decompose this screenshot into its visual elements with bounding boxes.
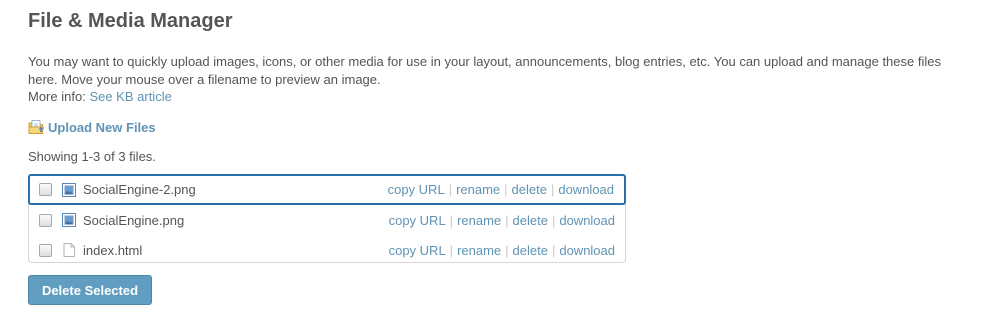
download-link[interactable]: download bbox=[559, 243, 615, 258]
copy-url-link[interactable]: copy URL bbox=[389, 213, 446, 228]
rename-link[interactable]: rename bbox=[457, 243, 501, 258]
rename-link[interactable]: rename bbox=[456, 182, 500, 197]
separator: | bbox=[505, 212, 509, 228]
page-description: You may want to quickly upload images, i… bbox=[28, 53, 968, 106]
kb-article-link[interactable]: See KB article bbox=[89, 89, 171, 104]
download-link[interactable]: download bbox=[558, 182, 614, 197]
copy-url-link[interactable]: copy URL bbox=[389, 243, 446, 258]
file-select-checkbox[interactable] bbox=[39, 183, 52, 196]
file-name[interactable]: index.html bbox=[83, 243, 389, 258]
file-actions: copy URL | rename | delete | download bbox=[388, 182, 614, 197]
download-link[interactable]: download bbox=[559, 213, 615, 228]
separator: | bbox=[504, 182, 508, 197]
file-select-checkbox[interactable] bbox=[39, 213, 52, 227]
delete-selected-button[interactable]: Delete Selected bbox=[28, 275, 152, 305]
rename-link[interactable]: rename bbox=[457, 213, 501, 228]
file-actions: copy URL | rename | delete | download bbox=[389, 213, 615, 228]
delete-link[interactable]: delete bbox=[512, 182, 547, 197]
file-row[interactable]: SocialEngine-2.png copy URL | rename | d… bbox=[28, 174, 626, 205]
image-file-icon bbox=[62, 213, 76, 227]
separator: | bbox=[449, 212, 454, 228]
document-file-icon bbox=[62, 243, 76, 257]
file-select-checkbox[interactable] bbox=[39, 243, 52, 257]
separator: | bbox=[449, 242, 454, 258]
page-title: File & Media Manager bbox=[28, 10, 233, 32]
upload-new-files-label: Upload New Files bbox=[48, 119, 156, 135]
image-file-icon bbox=[62, 182, 76, 197]
file-name[interactable]: SocialEngine.png bbox=[83, 213, 389, 228]
file-name[interactable]: SocialEngine-2.png bbox=[83, 182, 388, 197]
upload-folder-icon bbox=[28, 119, 45, 135]
separator: | bbox=[551, 242, 556, 258]
description-line-2: here. Move your mouse over a filename to… bbox=[28, 71, 381, 87]
delete-link[interactable]: delete bbox=[513, 243, 548, 258]
file-row[interactable]: SocialEngine.png copy URL | rename | del… bbox=[29, 205, 625, 235]
file-row[interactable]: index.html copy URL | rename | delete | … bbox=[29, 235, 625, 265]
files-count-text: Showing 1-3 of 3 files. bbox=[28, 149, 156, 164]
separator: | bbox=[505, 242, 509, 258]
more-info-label: More info: bbox=[28, 89, 86, 104]
separator: | bbox=[448, 182, 453, 197]
copy-url-link[interactable]: copy URL bbox=[388, 182, 445, 197]
file-list: SocialEngine-2.png copy URL | rename | d… bbox=[28, 174, 626, 263]
delete-link[interactable]: delete bbox=[513, 213, 548, 228]
separator: | bbox=[550, 182, 555, 197]
file-actions: copy URL | rename | delete | download bbox=[389, 243, 615, 258]
description-line-1: You may want to quickly upload images, i… bbox=[28, 54, 941, 69]
upload-new-files-link[interactable]: Upload New Files bbox=[28, 118, 156, 136]
separator: | bbox=[551, 212, 556, 228]
